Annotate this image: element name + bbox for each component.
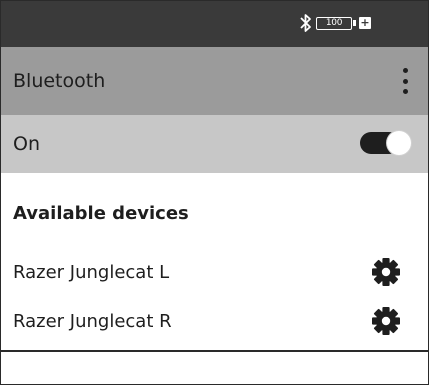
bluetooth-toggle[interactable] — [360, 131, 412, 155]
bluetooth-settings-screen: 100 + Bluetooth On Available devices Raz… — [0, 0, 429, 385]
bluetooth-power-row[interactable]: On — [1, 115, 428, 173]
charging-plus-icon: + — [359, 16, 371, 29]
status-bar: 100 + — [1, 1, 428, 47]
gear-icon[interactable] — [371, 257, 401, 287]
page-title: Bluetooth — [13, 70, 106, 92]
bluetooth-power-label: On — [13, 133, 40, 155]
more-vertical-icon — [402, 68, 408, 73]
battery-icon: 100 — [316, 16, 352, 30]
list-item[interactable]: Razer Junglecat R — [1, 302, 428, 342]
battery-cap — [353, 20, 356, 26]
app-header: Bluetooth — [1, 47, 428, 115]
battery-indicator: 100 + — [316, 15, 371, 31]
toggle-knob — [387, 131, 411, 155]
gear-icon[interactable] — [371, 306, 401, 336]
more-options-button[interactable] — [394, 65, 416, 97]
available-devices-heading: Available devices — [13, 203, 189, 224]
bluetooth-icon — [300, 14, 311, 32]
battery-level: 100 — [325, 17, 343, 28]
list-item[interactable]: Razer Junglecat L — [1, 253, 428, 293]
divider — [1, 350, 428, 352]
more-vertical-icon-dot — [402, 89, 408, 94]
device-name: Razer Junglecat R — [13, 311, 172, 332]
more-vertical-icon-dot — [402, 78, 408, 84]
device-name: Razer Junglecat L — [13, 262, 170, 283]
